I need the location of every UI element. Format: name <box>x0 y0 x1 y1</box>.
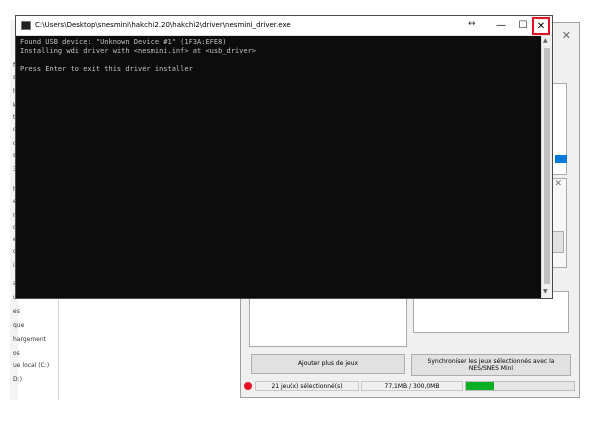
console-titlebar[interactable]: C:\Users\Desktop\snesmini\hakchi2.20\hak… <box>16 16 552 36</box>
console-line: Installing wdi driver with <nesmini.inf>… <box>20 47 257 55</box>
storage-progress-fill <box>466 382 495 390</box>
explorer-nav-item[interactable]: D:) <box>13 376 22 383</box>
storage-progress-bar <box>465 381 575 391</box>
games-list-panel[interactable] <box>249 291 407 347</box>
connection-status-icon <box>244 382 252 390</box>
sync-button[interactable]: Synchroniser les jeux sélectionnés avec … <box>411 354 571 376</box>
explorer-nav-item[interactable]: que <box>13 322 24 329</box>
console-app-icon <box>21 21 31 30</box>
resize-icon: ↔ <box>468 19 476 29</box>
add-games-button[interactable]: Ajouter plus de jeux <box>251 354 405 374</box>
storage-size-label: 77,1MB / 300,0MB <box>361 381 463 391</box>
console-window: C:\Users\Desktop\snesmini\hakchi2.20\hak… <box>15 15 553 299</box>
console-scrollbar[interactable]: ▲ ▼ <box>541 36 552 298</box>
close-button[interactable]: ✕ <box>532 17 550 35</box>
explorer-nav-item[interactable]: hargement <box>13 336 46 343</box>
explorer-nav-item[interactable]: ue local (C:) <box>13 362 49 369</box>
selected-row-highlight <box>555 155 567 163</box>
scroll-up-icon[interactable]: ▲ <box>543 37 548 44</box>
explorer-nav-item[interactable]: os <box>13 350 20 357</box>
console-line: Found USB device: "Unknown Device #1" (1… <box>20 38 227 46</box>
console-line: Press Enter to exit this driver installe… <box>20 65 193 73</box>
dialog-close-icon[interactable]: ✕ <box>554 179 562 189</box>
status-bar: 21 jeu(x) sélectionné(s) 77,1MB / 300,0M… <box>241 379 579 393</box>
hakchi-close-icon[interactable]: ✕ <box>562 29 571 42</box>
selected-count-label: 21 jeu(x) sélectionné(s) <box>255 381 359 391</box>
explorer-nav-item[interactable]: es <box>13 308 20 315</box>
console-title: C:\Users\Desktop\snesmini\hakchi2.20\hak… <box>35 21 291 29</box>
scroll-down-icon[interactable]: ▼ <box>543 288 548 295</box>
scroll-thumb[interactable] <box>544 48 550 284</box>
console-output[interactable]: Found USB device: "Unknown Device #1" (1… <box>16 36 540 298</box>
